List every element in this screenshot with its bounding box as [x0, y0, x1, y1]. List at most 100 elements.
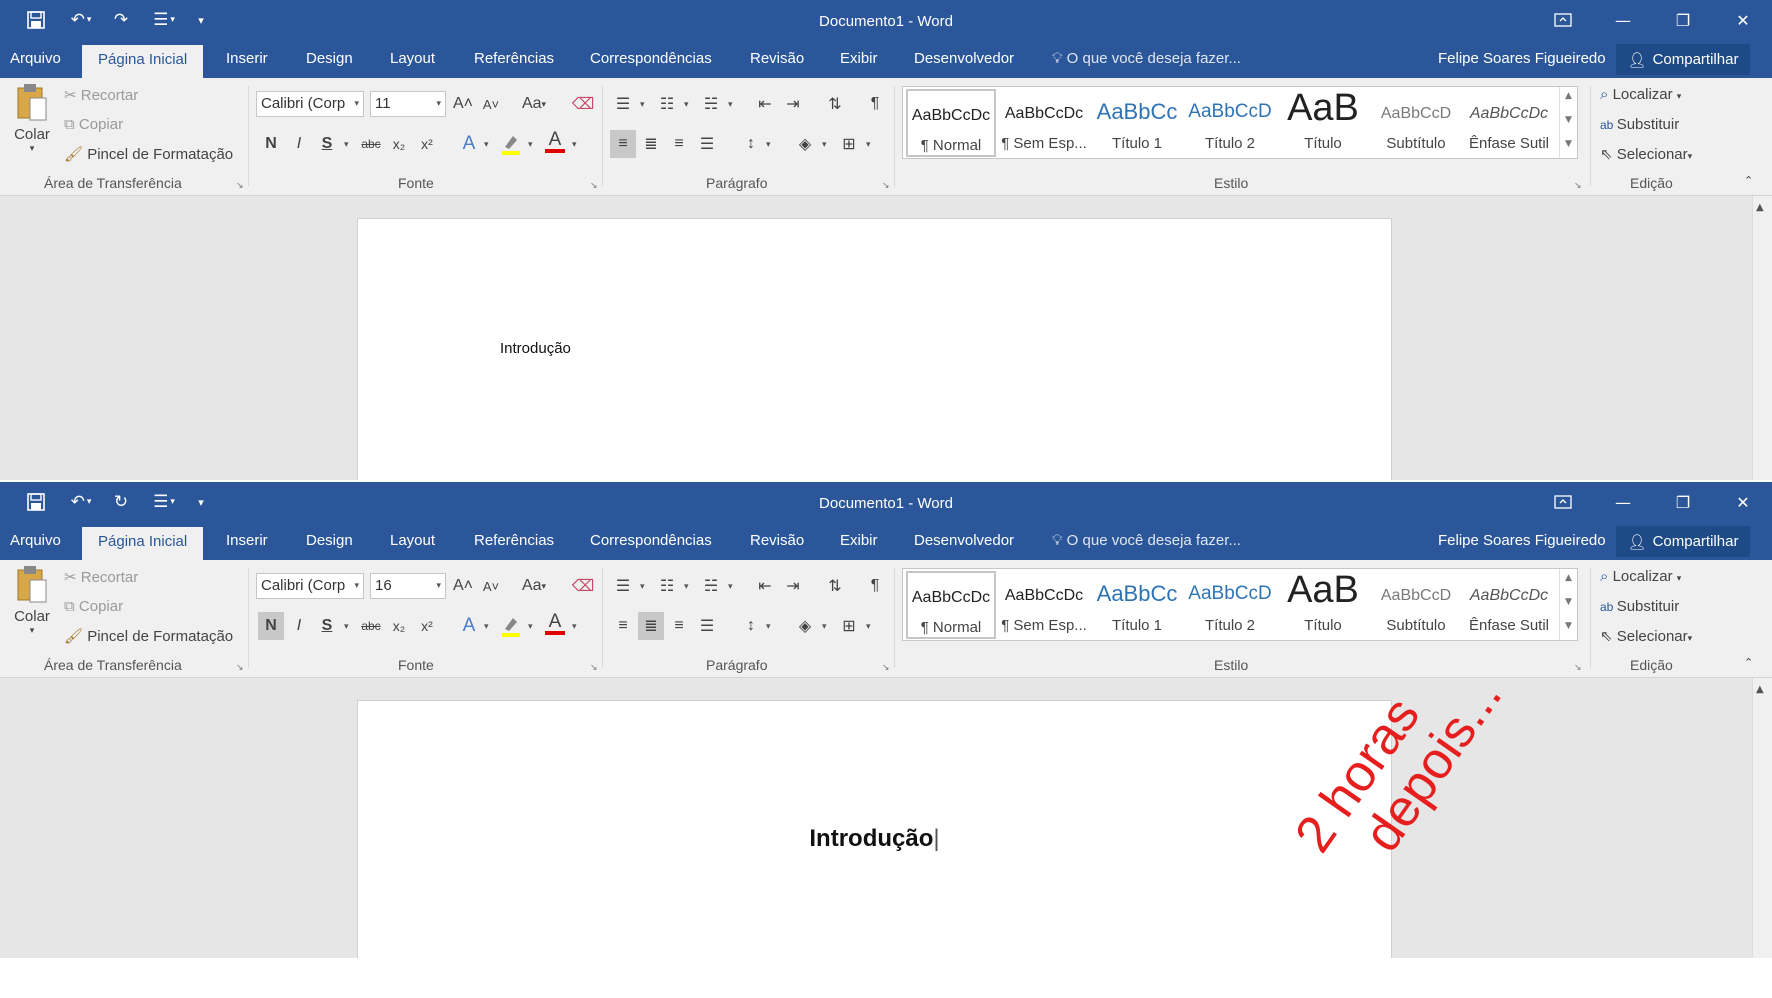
increase-indent-icon[interactable]: ⇥ [780, 90, 806, 118]
document-heading[interactable]: Introdução| [358, 825, 1391, 853]
tab-desenvolvedor[interactable]: Desenvolvedor [914, 532, 1014, 549]
minimize-icon[interactable]: — [1594, 0, 1652, 40]
align-right-icon[interactable]: ≡ [666, 612, 692, 640]
show-formatting-marks-icon[interactable]: ¶ [862, 572, 888, 600]
scroll-up-icon[interactable]: ▲ [1756, 202, 1764, 213]
multilevel-dropdown-icon[interactable]: ▾ [728, 582, 733, 592]
grow-font-icon[interactable]: A˄ [450, 90, 476, 118]
copy-button[interactable]: ⧉ Copiar [64, 116, 123, 133]
font-name-combo[interactable]: Calibri (Corp ▾ [256, 573, 364, 599]
ribbon-display-options-icon[interactable] [1534, 0, 1592, 40]
font-color-dropdown-icon[interactable]: ▾ [572, 622, 577, 632]
highlight-dropdown-icon[interactable]: ▾ [528, 140, 533, 150]
bullets-dropdown-icon[interactable]: ▾ [640, 100, 645, 110]
minimize-icon[interactable]: — [1594, 482, 1652, 522]
restore-icon[interactable]: ❐ [1654, 482, 1712, 522]
clipboard-launcher-icon[interactable]: ↘ [236, 181, 244, 191]
tell-me-search[interactable]: 💡︎ O que você deseja fazer... [1052, 532, 1241, 549]
replace-button[interactable]: ab Substituir [1600, 116, 1679, 133]
multilevel-dropdown-icon[interactable]: ▾ [728, 100, 733, 110]
style-enfase-sutil[interactable]: AaBbCcDc Ênfase Sutil [1464, 571, 1554, 639]
cut-button[interactable]: ✂ Recortar [64, 568, 138, 586]
tab-revisao[interactable]: Revisão [750, 532, 804, 549]
tab-exibir[interactable]: Exibir [840, 532, 878, 549]
tab-pagina-inicial[interactable]: Página Inicial [82, 527, 204, 560]
collapse-ribbon-icon[interactable]: ⌃ [1744, 174, 1753, 187]
increase-indent-icon[interactable]: ⇥ [780, 572, 806, 600]
superscript-button[interactable]: x² [414, 130, 440, 158]
share-button[interactable]: 👤︎ Compartilhar [1616, 44, 1750, 75]
underline-button[interactable]: S [314, 612, 340, 640]
line-spacing-icon[interactable]: ↕ [738, 612, 764, 640]
bold-button[interactable]: N [258, 130, 284, 158]
style-titulo-2[interactable]: AaBbCcD Título 2 [1185, 89, 1275, 157]
line-spacing-dropdown-icon[interactable]: ▾ [766, 622, 771, 632]
clear-formatting-icon[interactable]: ⌫ [570, 572, 596, 600]
text-effects-icon[interactable]: A [456, 130, 482, 158]
bold-button[interactable]: N [258, 612, 284, 640]
document-text[interactable]: Introdução [500, 340, 571, 357]
tab-desenvolvedor[interactable]: Desenvolvedor [914, 50, 1014, 67]
tab-arquivo[interactable]: Arquivo [10, 50, 61, 67]
tab-layout[interactable]: Layout [390, 50, 435, 67]
tab-inserir[interactable]: Inserir [226, 532, 268, 549]
decrease-indent-icon[interactable]: ⇤ [752, 572, 778, 600]
shrink-font-icon[interactable]: A˅ [478, 572, 504, 600]
borders-dropdown-icon[interactable]: ▾ [866, 622, 871, 632]
more-styles-icon[interactable]: ▼ [1565, 621, 1572, 631]
clipboard-launcher-icon[interactable]: ↘ [236, 663, 244, 673]
italic-button[interactable]: I [286, 612, 312, 640]
show-formatting-marks-icon[interactable]: ¶ [862, 90, 888, 118]
copy-button[interactable]: ⧉ Copiar [64, 598, 123, 615]
style-subtitulo[interactable]: AaBbCcD Subtítulo [1371, 89, 1461, 157]
tab-design[interactable]: Design [306, 50, 353, 67]
text-effects-icon[interactable]: A [456, 612, 482, 640]
paragraph-launcher-icon[interactable]: ↘ [882, 663, 890, 673]
borders-icon[interactable]: ⊞ [836, 612, 862, 640]
chevron-up-icon[interactable]: ▲ [1565, 91, 1572, 101]
align-right-icon[interactable]: ≡ [666, 130, 692, 158]
scroll-up-icon[interactable]: ▲ [1756, 684, 1764, 695]
bullets-icon[interactable]: ☰ [610, 90, 636, 118]
close-icon[interactable]: ✕ [1714, 482, 1772, 522]
cut-button[interactable]: ✂ Recortar [64, 86, 138, 104]
line-spacing-dropdown-icon[interactable]: ▾ [766, 140, 771, 150]
chevron-up-icon[interactable]: ▲ [1565, 573, 1572, 583]
format-painter-button[interactable]: 🖌︎ Pincel de Formatação [64, 627, 233, 645]
collapse-ribbon-icon[interactable]: ⌃ [1744, 656, 1753, 669]
align-left-icon[interactable]: ≡ [610, 130, 636, 158]
shading-icon[interactable]: ◈ [792, 612, 818, 640]
font-color-icon[interactable]: A [542, 128, 568, 156]
text-effects-dropdown-icon[interactable]: ▾ [484, 140, 489, 150]
strikethrough-button[interactable]: abc [358, 130, 384, 158]
select-button[interactable]: ⇖ Selecionar▾ [1600, 627, 1692, 645]
find-button[interactable]: ⌕ Localizar ▾ [1600, 86, 1681, 103]
paste-button[interactable]: Colar ▾ [12, 564, 52, 646]
align-center-icon[interactable]: ≣ [638, 612, 664, 640]
grow-font-icon[interactable]: A˄ [450, 572, 476, 600]
highlight-dropdown-icon[interactable]: ▾ [528, 622, 533, 632]
user-name[interactable]: Felipe Soares Figueiredo [1438, 50, 1606, 67]
tab-inserir[interactable]: Inserir [226, 50, 268, 67]
align-left-icon[interactable]: ≡ [610, 612, 636, 640]
highlight-icon[interactable] [498, 130, 524, 158]
tab-referencias[interactable]: Referências [474, 50, 554, 67]
styles-launcher-icon[interactable]: ↘ [1574, 663, 1582, 673]
font-color-dropdown-icon[interactable]: ▾ [572, 140, 577, 150]
style-titulo[interactable]: AaB Título [1278, 87, 1368, 157]
font-name-combo[interactable]: Calibri (Corp ▾ [256, 91, 364, 117]
multilevel-list-icon[interactable]: ☵ [698, 90, 724, 118]
style-titulo-1[interactable]: AaBbCc Título 1 [1092, 571, 1182, 639]
share-button[interactable]: 👤︎ Compartilhar [1616, 526, 1750, 557]
style-normal[interactable]: AaBbCcDc ¶ Normal [906, 89, 996, 157]
replace-button[interactable]: ab Substituir [1600, 598, 1679, 615]
decrease-indent-icon[interactable]: ⇤ [752, 90, 778, 118]
sort-icon[interactable]: ⇅ [822, 572, 848, 600]
subscript-button[interactable]: x₂ [386, 612, 412, 640]
clear-formatting-icon[interactable]: ⌫ [570, 90, 596, 118]
document-page[interactable]: Introdução| [357, 700, 1392, 958]
font-size-combo[interactable]: 11 ▾ [370, 91, 446, 117]
find-button[interactable]: ⌕ Localizar ▾ [1600, 568, 1681, 585]
tab-revisao[interactable]: Revisão [750, 50, 804, 67]
chevron-down-icon[interactable]: ▼ [1565, 115, 1572, 125]
